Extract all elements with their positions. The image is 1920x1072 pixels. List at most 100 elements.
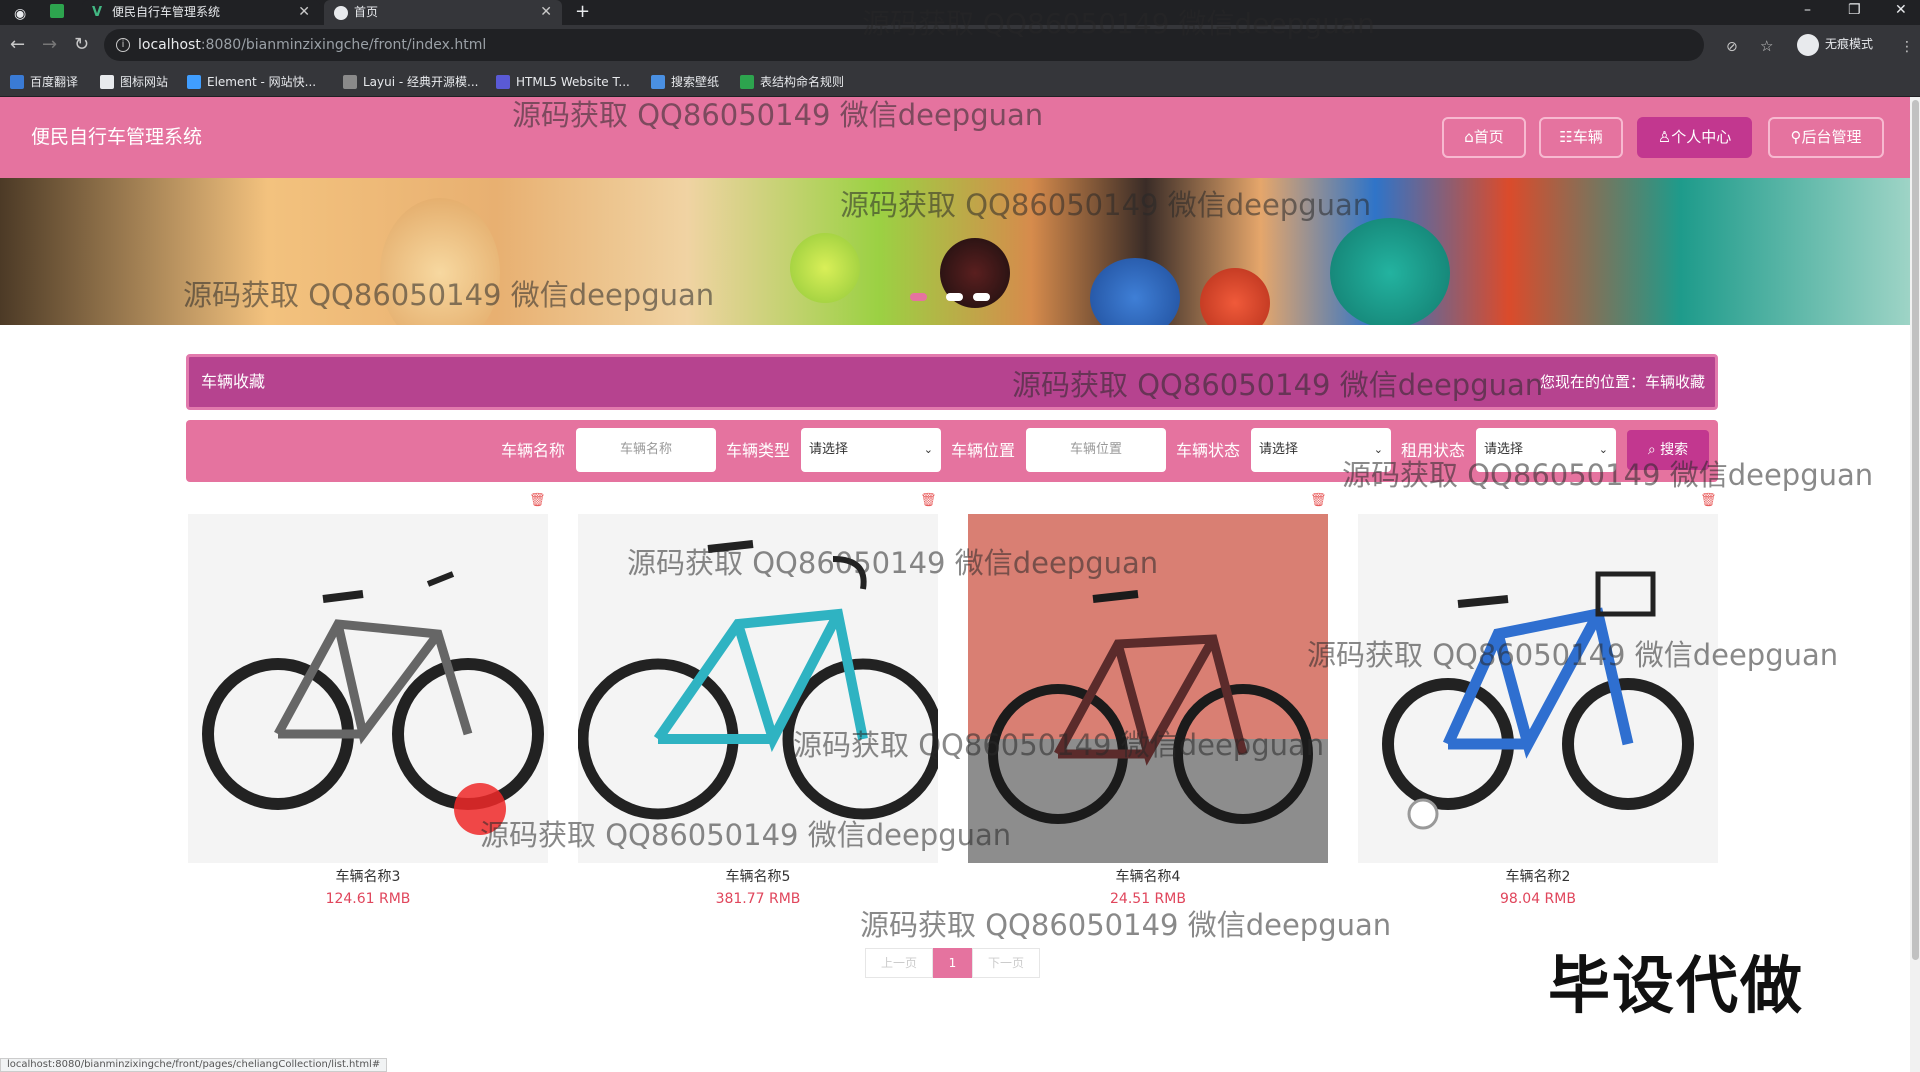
vehicle-status-select[interactable]: 请选择 ⌄ (1251, 428, 1391, 472)
delete-icon[interactable]: 🗑 (1700, 494, 1717, 508)
banner-carousel[interactable] (0, 178, 1910, 325)
browser-tab-strip: ◉ V 便民自行车管理系统 ✕ 首页 ✕ + – ❐ ✕ (0, 0, 1920, 25)
search-bar: 车辆名称 车辆名称 车辆类型 请选择 ⌄ 车辆位置 车辆位置 车辆状态 请选择 ⌄ … (186, 420, 1718, 482)
incognito-icon[interactable] (1797, 34, 1819, 56)
next-page-button[interactable]: 下一页 (972, 948, 1040, 978)
nav-admin-button[interactable]: ⚲后台管理 (1768, 117, 1884, 158)
url-field[interactable]: i localhost:8080/bianminzixingche/front/… (104, 29, 1704, 61)
site-info-icon[interactable]: i (116, 38, 130, 52)
page-content: 便民自行车管理系统 ⌂首页 ☷车辆 ♙个人中心 ⚲后台管理 车辆收藏 您现在的位… (0, 97, 1910, 1072)
banner-shape (790, 233, 860, 303)
banner-shape (1090, 258, 1180, 325)
chevron-down-icon: ⌄ (923, 443, 933, 456)
globe-icon (334, 6, 348, 20)
delete-icon[interactable]: 🗑 (1310, 494, 1327, 508)
watermark: 源码获取 QQ86050149 微信deepguan (860, 908, 1392, 942)
item-price: 98.04 RMB (1500, 891, 1576, 907)
site-title: 便民自行车管理系统 (31, 126, 203, 148)
bookmark-item[interactable]: Element - 网站快... (187, 67, 316, 97)
item-name[interactable]: 车辆名称5 (578, 866, 938, 886)
carousel-dot[interactable] (973, 293, 990, 301)
chevron-down-icon: ⌄ (1373, 443, 1383, 456)
browser-tab-admin[interactable]: V 便民自行车管理系统 ✕ (82, 0, 320, 25)
tab-title: 首页 (354, 5, 379, 19)
rent-status-select[interactable]: 请选择 ⌄ (1476, 428, 1616, 472)
nav-vehicles-button[interactable]: ☷车辆 (1539, 117, 1623, 158)
delete-icon[interactable]: 🗑 (529, 494, 546, 508)
reload-icon[interactable]: ↻ (74, 35, 89, 55)
page-1-button[interactable]: 1 (933, 948, 972, 978)
vehicle-status-label: 车辆状态 (1176, 441, 1241, 460)
site-header: 便民自行车管理系统 ⌂首页 ☷车辆 ♙个人中心 ⚲后台管理 (0, 97, 1910, 178)
browser-tab-home[interactable]: 首页 ✕ (324, 0, 562, 25)
search-icon: ⌕ (1647, 442, 1661, 458)
more-menu-icon[interactable]: ⋮ (1900, 37, 1914, 57)
wallpaper-icon (651, 75, 665, 89)
banner-shape (1330, 218, 1450, 325)
delete-icon[interactable]: 🗑 (920, 494, 937, 508)
back-icon[interactable]: ← (10, 35, 25, 55)
item-price: 124.61 RMB (325, 891, 411, 907)
bookmarks-bar: 百度翻译 图标网站 Element - 网站快... Layui - 经典开源模… (0, 67, 1920, 97)
bookmark-item[interactable]: HTML5 Website T... (496, 67, 630, 97)
item-price: 381.77 RMB (715, 891, 801, 907)
nav-home-button[interactable]: ⌂首页 (1442, 117, 1526, 158)
bookmark-item[interactable]: 图标网站 (100, 67, 168, 97)
close-tab-icon[interactable]: ✕ (540, 0, 552, 25)
bookmark-item[interactable]: 百度翻译 (10, 67, 78, 97)
page-title: 车辆收藏 (201, 372, 266, 391)
banner-shape (380, 198, 500, 325)
nav-profile-button[interactable]: ♙个人中心 (1637, 117, 1752, 158)
url-text[interactable]: localhost:8080/bianminzixingche/front/in… (138, 29, 486, 61)
flag-icon (100, 75, 114, 89)
html5-icon (496, 75, 510, 89)
vehicle-type-label: 车辆类型 (726, 441, 791, 460)
carousel-dot[interactable] (946, 293, 963, 301)
bookmark-item[interactable]: 搜索壁纸 (651, 67, 719, 97)
carousel-dot[interactable] (910, 293, 927, 301)
breadcrumb-location: 您现在的位置：车辆收藏 (1539, 373, 1705, 391)
incognito-label[interactable]: 无痕模式 (1825, 35, 1873, 52)
minimize-icon[interactable]: – (1804, 0, 1811, 20)
promo-stamp: 毕设代做 (1548, 949, 1805, 1022)
banner-shape (1200, 268, 1270, 325)
search-button[interactable]: ⌕ 搜索 (1627, 430, 1709, 470)
item-price: 24.51 RMB (1110, 891, 1186, 907)
vue-icon: V (92, 5, 103, 20)
new-tab-button[interactable]: + (575, 0, 590, 24)
vehicle-name-input[interactable]: 车辆名称 (576, 428, 716, 472)
close-window-icon[interactable]: ✕ (1895, 0, 1907, 20)
vehicle-location-input[interactable]: 车辆位置 (1026, 428, 1166, 472)
item-name[interactable]: 车辆名称2 (1358, 866, 1718, 886)
rent-status-label: 租用状态 (1401, 441, 1466, 460)
click-indicator (454, 783, 506, 835)
address-toolbar: ← → ↻ i localhost:8080/bianminzixingche/… (0, 25, 1920, 67)
scrollbar-thumb[interactable] (1912, 100, 1919, 960)
item-name[interactable]: 车辆名称3 (188, 866, 548, 886)
vehicle-name-label: 车辆名称 (501, 441, 566, 460)
pinned-tab-icon[interactable] (50, 4, 64, 18)
prev-page-button[interactable]: 上一页 (865, 948, 933, 978)
bike-image[interactable] (1358, 514, 1718, 863)
eye-off-icon[interactable]: ⊘ (1726, 37, 1738, 57)
star-icon[interactable]: ☆ (1760, 36, 1773, 56)
forward-icon[interactable]: → (42, 35, 57, 55)
tab-title: 便民自行车管理系统 (112, 5, 221, 19)
close-tab-icon[interactable]: ✕ (298, 0, 310, 25)
bike-image[interactable] (968, 514, 1328, 863)
bike-image[interactable] (578, 514, 938, 863)
restore-icon[interactable]: ❐ (1848, 0, 1861, 20)
item-name[interactable]: 车辆名称4 (968, 866, 1328, 886)
translate-icon (10, 75, 24, 89)
vehicle-location-label: 车辆位置 (951, 441, 1016, 460)
browser-menu-icon[interactable]: ◉ (14, 4, 26, 24)
bookmark-item[interactable]: 表结构命名规则 (740, 67, 844, 97)
breadcrumb: 车辆收藏 您现在的位置：车辆收藏 (186, 354, 1718, 410)
status-url: localhost:8080/bianminzixingche/front/pa… (0, 1058, 388, 1072)
layui-icon (343, 75, 357, 89)
sheet-icon (740, 75, 754, 89)
element-icon (187, 75, 201, 89)
vehicle-type-select[interactable]: 请选择 ⌄ (801, 428, 941, 472)
chevron-down-icon: ⌄ (1598, 443, 1608, 456)
bookmark-item[interactable]: Layui - 经典开源模... (343, 67, 478, 97)
